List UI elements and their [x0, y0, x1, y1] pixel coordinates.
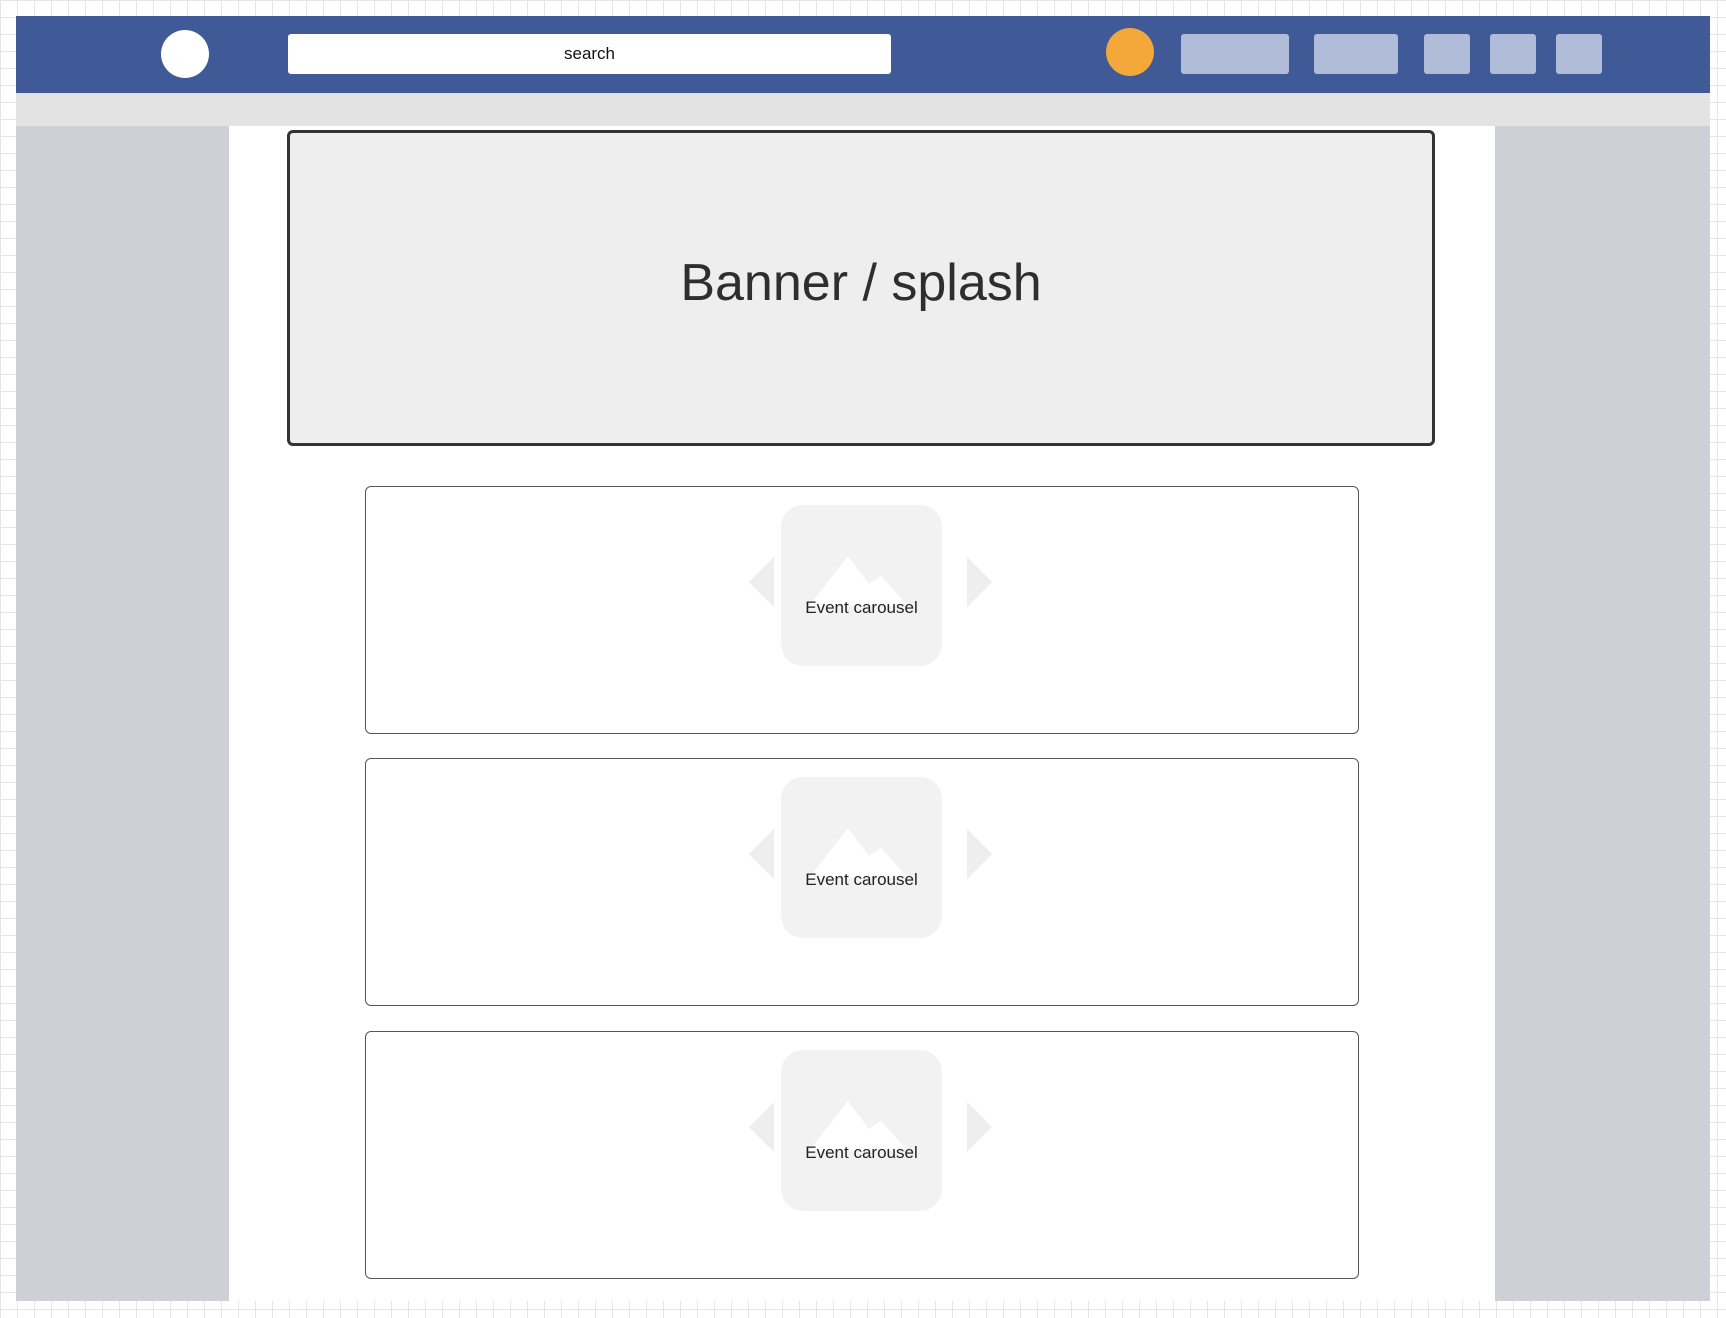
image-placeholder-icon: Event carousel — [781, 1050, 942, 1211]
chevron-right-icon[interactable] — [967, 1102, 992, 1152]
user-avatar-icon[interactable] — [1106, 28, 1154, 76]
carousel-label: Event carousel — [805, 598, 918, 617]
nav-button-3[interactable] — [1424, 34, 1470, 74]
mountain-icon — [809, 1101, 908, 1151]
chevron-left-icon[interactable] — [749, 557, 774, 607]
nav-button-1[interactable] — [1181, 34, 1289, 74]
banner-splash: Banner / splash — [287, 130, 1435, 446]
logo-icon[interactable] — [161, 30, 209, 78]
app-window: search Banner / splash Event carousel Ev — [16, 16, 1710, 1301]
event-carousel[interactable]: Event carousel — [365, 1031, 1359, 1279]
banner-title: Banner / splash — [680, 254, 1042, 312]
chevron-right-icon[interactable] — [967, 829, 992, 879]
carousel-label: Event carousel — [805, 870, 918, 889]
top-navigation-bar: search — [16, 16, 1710, 93]
nav-button-2[interactable] — [1314, 34, 1398, 74]
mountain-icon — [809, 828, 908, 878]
image-placeholder-icon: Event carousel — [781, 505, 942, 666]
image-placeholder-icon: Event carousel — [781, 777, 942, 938]
chevron-left-icon[interactable] — [749, 829, 774, 879]
sub-header-bar — [16, 93, 1710, 126]
event-carousel[interactable]: Event carousel — [365, 758, 1359, 1006]
chevron-right-icon[interactable] — [967, 557, 992, 607]
event-carousel[interactable]: Event carousel — [365, 486, 1359, 734]
left-sidebar — [16, 126, 229, 1301]
mountain-icon — [809, 556, 908, 606]
chevron-left-icon[interactable] — [749, 1102, 774, 1152]
search-input[interactable]: search — [288, 34, 891, 74]
nav-button-4[interactable] — [1490, 34, 1536, 74]
carousel-label: Event carousel — [805, 1143, 918, 1162]
nav-button-5[interactable] — [1556, 34, 1602, 74]
right-sidebar — [1495, 126, 1710, 1301]
